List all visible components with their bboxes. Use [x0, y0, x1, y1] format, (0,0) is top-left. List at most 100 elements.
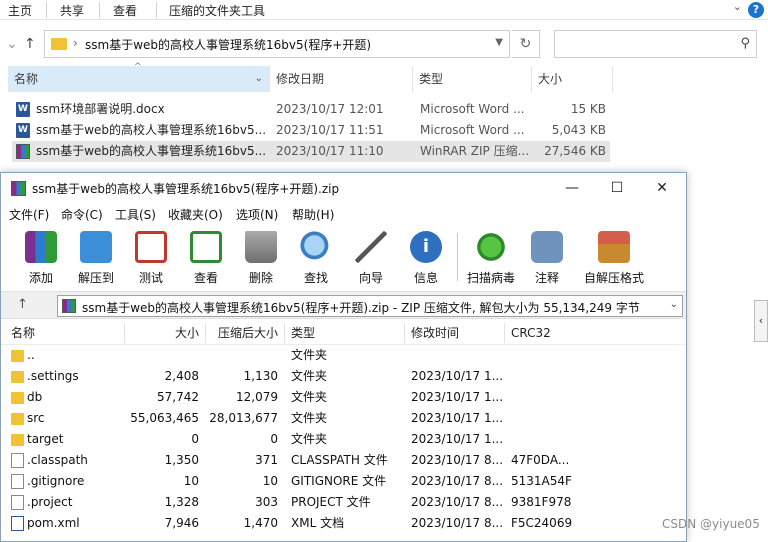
toolbar: 添加 解压到 测试 查看 删除 查找 向导 i 信息 扫描病毒 注释 自解压格式: [1, 225, 686, 287]
ribbon-separator: [99, 2, 100, 18]
archive-row[interactable]: src 55,063,465 28,013,677 文件夹 2023/10/17…: [1, 408, 686, 429]
search-input[interactable]: ⚲: [554, 30, 757, 58]
file-type: Microsoft Word ...: [420, 102, 525, 116]
menu-favorites[interactable]: 收藏夹(O): [168, 206, 223, 223]
search-icon: ⚲: [740, 36, 750, 51]
add-button[interactable]: 添加: [13, 229, 69, 285]
file-row-selected[interactable]: ssm基于web的高校人事管理系统16bv5... 2023/10/17 11:…: [12, 141, 610, 162]
virus-scan-icon: [475, 231, 507, 263]
column-size[interactable]: 大小: [532, 66, 612, 92]
view-button[interactable]: 查看: [178, 229, 234, 285]
ribbon-tab-compressed-tools[interactable]: 压缩的文件夹工具: [169, 2, 265, 19]
up-arrow-icon[interactable]: ↑: [17, 297, 28, 312]
file-icon: [11, 495, 24, 510]
archive-row[interactable]: .settings 2,408 1,130 文件夹 2023/10/17 1..…: [1, 366, 686, 387]
archive-row[interactable]: .. 文件夹: [1, 345, 686, 366]
sfx-button[interactable]: 自解压格式: [582, 229, 646, 285]
file-row[interactable]: W ssm基于web的高校人事管理系统16bv5... 2023/10/17 1…: [12, 120, 610, 141]
ribbon-separator: [46, 2, 47, 18]
column-packed[interactable]: 压缩后大小: [206, 321, 278, 345]
ribbon-tab-share[interactable]: 共享: [60, 2, 84, 19]
side-expand-button[interactable]: ‹: [754, 300, 768, 342]
winrar-icon: [62, 299, 76, 313]
column-crc[interactable]: CRC32: [511, 321, 551, 345]
address-dropdown-icon[interactable]: ▼: [495, 37, 503, 48]
column-modified[interactable]: 修改时间: [411, 321, 459, 345]
minimize-button[interactable]: —: [557, 177, 587, 199]
comment-button[interactable]: 注释: [519, 229, 575, 285]
recent-locations-icon[interactable]: ⌄: [6, 36, 18, 52]
ribbon-tab-view[interactable]: 查看: [113, 2, 137, 19]
folder-icon: [11, 392, 24, 404]
wizard-wand-icon: [355, 231, 387, 263]
column-type[interactable]: 类型: [291, 321, 315, 345]
folder-icon: [11, 350, 24, 362]
test-button[interactable]: 测试: [123, 229, 179, 285]
file-name: ssm基于web的高校人事管理系统16bv5...: [36, 123, 267, 137]
folder-icon: [51, 38, 67, 50]
winrar-titlebar[interactable]: ssm基于web的高校人事管理系统16bv5(程序+开题).zip — ☐ ✕: [1, 173, 686, 203]
menu-tools[interactable]: 工具(S): [115, 206, 156, 223]
delete-button[interactable]: 删除: [233, 229, 289, 285]
menu-commands[interactable]: 命令(C): [61, 206, 103, 223]
file-modified: 2023/10/17 11:51: [276, 123, 384, 137]
maximize-button[interactable]: ☐: [602, 177, 632, 199]
column-divider[interactable]: [284, 323, 285, 343]
toolbar-separator: [457, 233, 458, 281]
refresh-button[interactable]: ↻: [512, 30, 540, 58]
archive-row[interactable]: pom.xml 7,946 1,470 XML 文档 2023/10/17 8.…: [1, 513, 686, 534]
archive-row[interactable]: db 57,742 12,079 文件夹 2023/10/17 1...: [1, 387, 686, 408]
menu-help[interactable]: 帮助(H): [292, 206, 334, 223]
column-divider[interactable]: [612, 66, 613, 92]
ribbon-expand-icon[interactable]: ⌄: [733, 0, 742, 13]
column-dropdown-icon[interactable]: ⌄: [255, 66, 263, 92]
file-name: ssm基于web的高校人事管理系统16bv5...: [36, 144, 267, 158]
archive-row[interactable]: .gitignore 10 10 GITIGNORE 文件 2023/10/17…: [1, 471, 686, 492]
column-divider[interactable]: [504, 323, 505, 343]
chevron-left-icon: ‹: [758, 314, 764, 327]
column-name[interactable]: 名称: [11, 321, 35, 345]
archive-path-text: ssm基于web的高校人事管理系统16bv5(程序+开题).zip - ZIP …: [82, 301, 640, 315]
trash-icon: [245, 231, 277, 263]
file-name: ssm环境部署说明.docx: [36, 102, 165, 116]
column-type[interactable]: 类型: [413, 66, 531, 92]
menu-file[interactable]: 文件(F): [9, 206, 49, 223]
close-button[interactable]: ✕: [647, 177, 677, 199]
explorer-column-header: ^ 名称⌄ 修改日期 类型 大小: [0, 62, 615, 92]
wizard-button[interactable]: 向导: [343, 229, 399, 285]
menu-options[interactable]: 选项(N): [236, 206, 278, 223]
path-dropdown-icon[interactable]: ⌄: [670, 299, 678, 310]
info-icon: i: [410, 231, 442, 263]
view-book-icon: [190, 231, 222, 263]
find-button[interactable]: 查找: [288, 229, 344, 285]
extract-to-button[interactable]: 解压到: [68, 229, 124, 285]
column-name[interactable]: 名称 ⌄: [8, 66, 269, 92]
column-modified[interactable]: 修改日期: [270, 66, 412, 92]
archive-row[interactable]: .project 1,328 303 PROJECT 文件 2023/10/17…: [1, 492, 686, 513]
archive-row[interactable]: target 0 0 文件夹 2023/10/17 1...: [1, 429, 686, 450]
file-type: WinRAR ZIP 压缩...: [420, 144, 530, 158]
up-arrow-icon[interactable]: ↑: [24, 36, 36, 52]
column-divider[interactable]: [404, 323, 405, 343]
file-row[interactable]: W ssm环境部署说明.docx 2023/10/17 12:01 Micros…: [12, 99, 610, 120]
winrar-icon: [11, 181, 26, 196]
column-size[interactable]: 大小: [125, 321, 199, 345]
sfx-box-icon: [598, 231, 630, 263]
archive-path-box[interactable]: ssm基于web的高校人事管理系统16bv5(程序+开题).zip - ZIP …: [57, 295, 683, 317]
virus-scan-button[interactable]: 扫描病毒: [463, 229, 519, 285]
archive-row[interactable]: .classpath 1,350 371 CLASSPATH 文件 2023/1…: [1, 450, 686, 471]
info-button[interactable]: i 信息: [398, 229, 454, 285]
folder-icon: [11, 413, 24, 425]
address-bar[interactable]: › ssm基于web的高校人事管理系统16bv5(程序+开题) ▼: [44, 30, 510, 58]
file-icon: [11, 474, 24, 489]
breadcrumb-chevron-icon[interactable]: ›: [73, 36, 78, 50]
help-icon[interactable]: ?: [748, 2, 764, 18]
test-clipboard-icon: [135, 231, 167, 263]
word-icon: W: [16, 123, 30, 138]
file-icon: [11, 453, 24, 468]
refresh-icon: ↻: [519, 36, 532, 52]
folder-icon: [11, 371, 24, 383]
explorer-ribbon: 主页 共享 查看 压缩的文件夹工具 ⌄ ?: [0, 0, 768, 20]
ribbon-tab-home[interactable]: 主页: [8, 2, 32, 19]
xml-file-icon: [11, 516, 24, 531]
